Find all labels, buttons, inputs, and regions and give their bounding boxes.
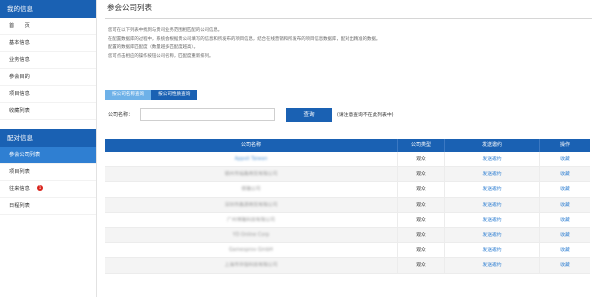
page-title: 参会公司列表 xyxy=(105,0,592,19)
header-send-invite: 发送邀约 xyxy=(445,139,540,152)
tab-search-by-type[interactable]: 按公司性质查询 xyxy=(151,90,198,100)
notification-badge: 1 xyxy=(37,185,43,191)
favorite-link[interactable]: 收藏 xyxy=(560,157,570,162)
description-line: 在配置数据库的过程中，系统会根据贵公司填写的信息和所发布的项目信息，结合在线营销… xyxy=(108,36,381,42)
sidebar-item-label: 日程列表 xyxy=(9,203,30,209)
sidebar-item-favorites[interactable]: 收藏列表 xyxy=(0,103,96,120)
tab-search-by-name[interactable]: 按公司名称查询 xyxy=(105,90,152,100)
send-invite-link[interactable]: 发送邀约 xyxy=(482,248,501,253)
sidebar-section-matching: 配对信息 xyxy=(0,129,96,147)
table-row: 深圳市鑫源商贸有限公司 观众 发送邀约 收藏 xyxy=(105,197,590,213)
search-hint: (请注意查询不在此列表中) xyxy=(337,113,394,118)
sidebar: 我的信息 首 页 基本信息 业务信息 参会目的 项目信息 收藏列表 配对信息 参… xyxy=(0,0,97,297)
search-tabs: 按公司名称查询 按公司性质查询 xyxy=(105,90,198,100)
search-button[interactable]: 查询 xyxy=(286,108,332,122)
company-table: 公司名称 公司类型 发送邀约 操作 Appoli Taiwan 观众 发送邀约 … xyxy=(105,139,590,274)
favorite-link[interactable]: 收藏 xyxy=(560,248,570,253)
header-action: 操作 xyxy=(559,142,570,148)
description-line: 您可点击相应的操作按钮公司名称，匹配度重新排列。 xyxy=(108,53,214,59)
company-type: 观众 xyxy=(398,167,445,182)
table-row: Gamesprov GmbH 观众 发送邀约 收藏 xyxy=(105,243,590,259)
sidebar-item-label: 首 页 xyxy=(9,23,30,29)
search-bar: 公司名称： 查询 (请注意查询不在此列表中) xyxy=(105,108,585,122)
favorite-link[interactable]: 收藏 xyxy=(560,233,570,238)
company-name[interactable]: 上海市华强科技有限公司 xyxy=(225,263,278,268)
favorite-link[interactable]: 收藏 xyxy=(560,263,570,268)
sidebar-item-home[interactable]: 首 页 xyxy=(0,18,96,35)
company-type: 观众 xyxy=(398,197,445,212)
send-invite-link[interactable]: 发送邀约 xyxy=(482,157,501,162)
sidebar-item-purpose[interactable]: 参会目的 xyxy=(0,69,96,86)
company-name[interactable]: Appoli Taiwan xyxy=(235,157,268,162)
header-company-type: 公司类型 xyxy=(398,139,445,152)
company-type: 观众 xyxy=(398,152,445,167)
company-name[interactable]: 德雅公司 xyxy=(241,187,260,192)
main-content: 参会公司列表 您可在以下列表中找到与贵司业务范围相匹配的公司信息。 在配置数据库… xyxy=(97,0,600,297)
favorite-link[interactable]: 收藏 xyxy=(560,218,570,223)
sidebar-item-label: 项目信息 xyxy=(9,91,30,97)
send-invite-link[interactable]: 发送邀约 xyxy=(482,233,501,238)
sidebar-item-label: 参会公司列表 xyxy=(9,152,41,158)
company-type: 观众 xyxy=(398,227,445,243)
sidebar-item-schedule[interactable]: 日程列表 xyxy=(0,198,96,215)
sidebar-item-project-list[interactable]: 项目列表 xyxy=(0,164,96,181)
send-invite-link[interactable]: 发送邀约 xyxy=(482,203,501,208)
table-row: 广州博雅科技有限公司 观众 发送邀约 收藏 xyxy=(105,212,590,228)
favorite-link[interactable]: 收藏 xyxy=(560,203,570,208)
company-name[interactable]: 广州博雅科技有限公司 xyxy=(227,218,275,223)
company-name[interactable]: 深圳市鑫源商贸有限公司 xyxy=(225,203,278,208)
search-label: 公司名称： xyxy=(108,112,134,118)
send-invite-link[interactable]: 发送邀约 xyxy=(482,263,501,268)
send-invite-link[interactable]: 发送邀约 xyxy=(482,218,501,223)
table-row: 德州市福鑫商贸有限公司 观众 发送邀约 收藏 xyxy=(105,167,590,183)
header-company-name: 公司名称 xyxy=(105,139,398,152)
table-header: 公司名称 公司类型 发送邀约 操作 xyxy=(105,139,590,152)
company-name[interactable]: 德州市福鑫商贸有限公司 xyxy=(225,172,278,177)
sidebar-section-my-info: 我的信息 xyxy=(0,0,96,18)
sidebar-item-project-info[interactable]: 项目信息 xyxy=(0,86,96,103)
sidebar-item-messages[interactable]: 往来信息 1 xyxy=(0,181,96,198)
sidebar-item-basic-info[interactable]: 基本信息 xyxy=(0,35,96,52)
description-line: 您可在以下列表中找到与贵司业务范围相匹配的公司信息。 xyxy=(108,28,223,33)
company-type: 观众 xyxy=(398,212,445,227)
company-type: 观众 xyxy=(398,258,445,273)
company-type: 观众 xyxy=(398,182,445,197)
sidebar-item-label: 收藏列表 xyxy=(9,108,30,114)
sidebar-item-company-list[interactable]: 参会公司列表 xyxy=(0,147,96,164)
company-name-input[interactable] xyxy=(140,108,275,121)
sidebar-item-label: 参会目的 xyxy=(9,74,30,80)
send-invite-link[interactable]: 发送邀约 xyxy=(482,172,501,177)
sidebar-item-label: 基本信息 xyxy=(9,40,30,46)
sidebar-item-business-info[interactable]: 业务信息 xyxy=(0,52,96,69)
description: 您可在以下列表中找到与贵司业务范围相匹配的公司信息。 在配置数据库的过程中，系统… xyxy=(105,27,592,61)
company-type: 观众 xyxy=(398,243,445,258)
table-row: 德雅公司 观众 发送邀约 收藏 xyxy=(105,182,590,198)
send-invite-link[interactable]: 发送邀约 xyxy=(482,187,501,192)
sidebar-item-label: 业务信息 xyxy=(9,57,30,63)
company-name[interactable]: YD Online Corp xyxy=(233,233,269,238)
sidebar-item-label: 往来信息 xyxy=(9,186,30,192)
favorite-link[interactable]: 收藏 xyxy=(560,172,570,177)
company-name[interactable]: Gamesprov GmbH xyxy=(229,248,273,253)
favorite-link[interactable]: 收藏 xyxy=(560,187,570,192)
table-row: Appoli Taiwan 观众 发送邀约 收藏 xyxy=(105,152,590,168)
table-row: YD Online Corp 观众 发送邀约 收藏 xyxy=(105,227,590,244)
description-line: 配置的数据库匹配度（数量越多匹配度越高）。 xyxy=(108,45,199,51)
sidebar-item-label: 项目列表 xyxy=(9,169,30,175)
table-row: 上海市华强科技有限公司 观众 发送邀约 收藏 xyxy=(105,258,590,274)
